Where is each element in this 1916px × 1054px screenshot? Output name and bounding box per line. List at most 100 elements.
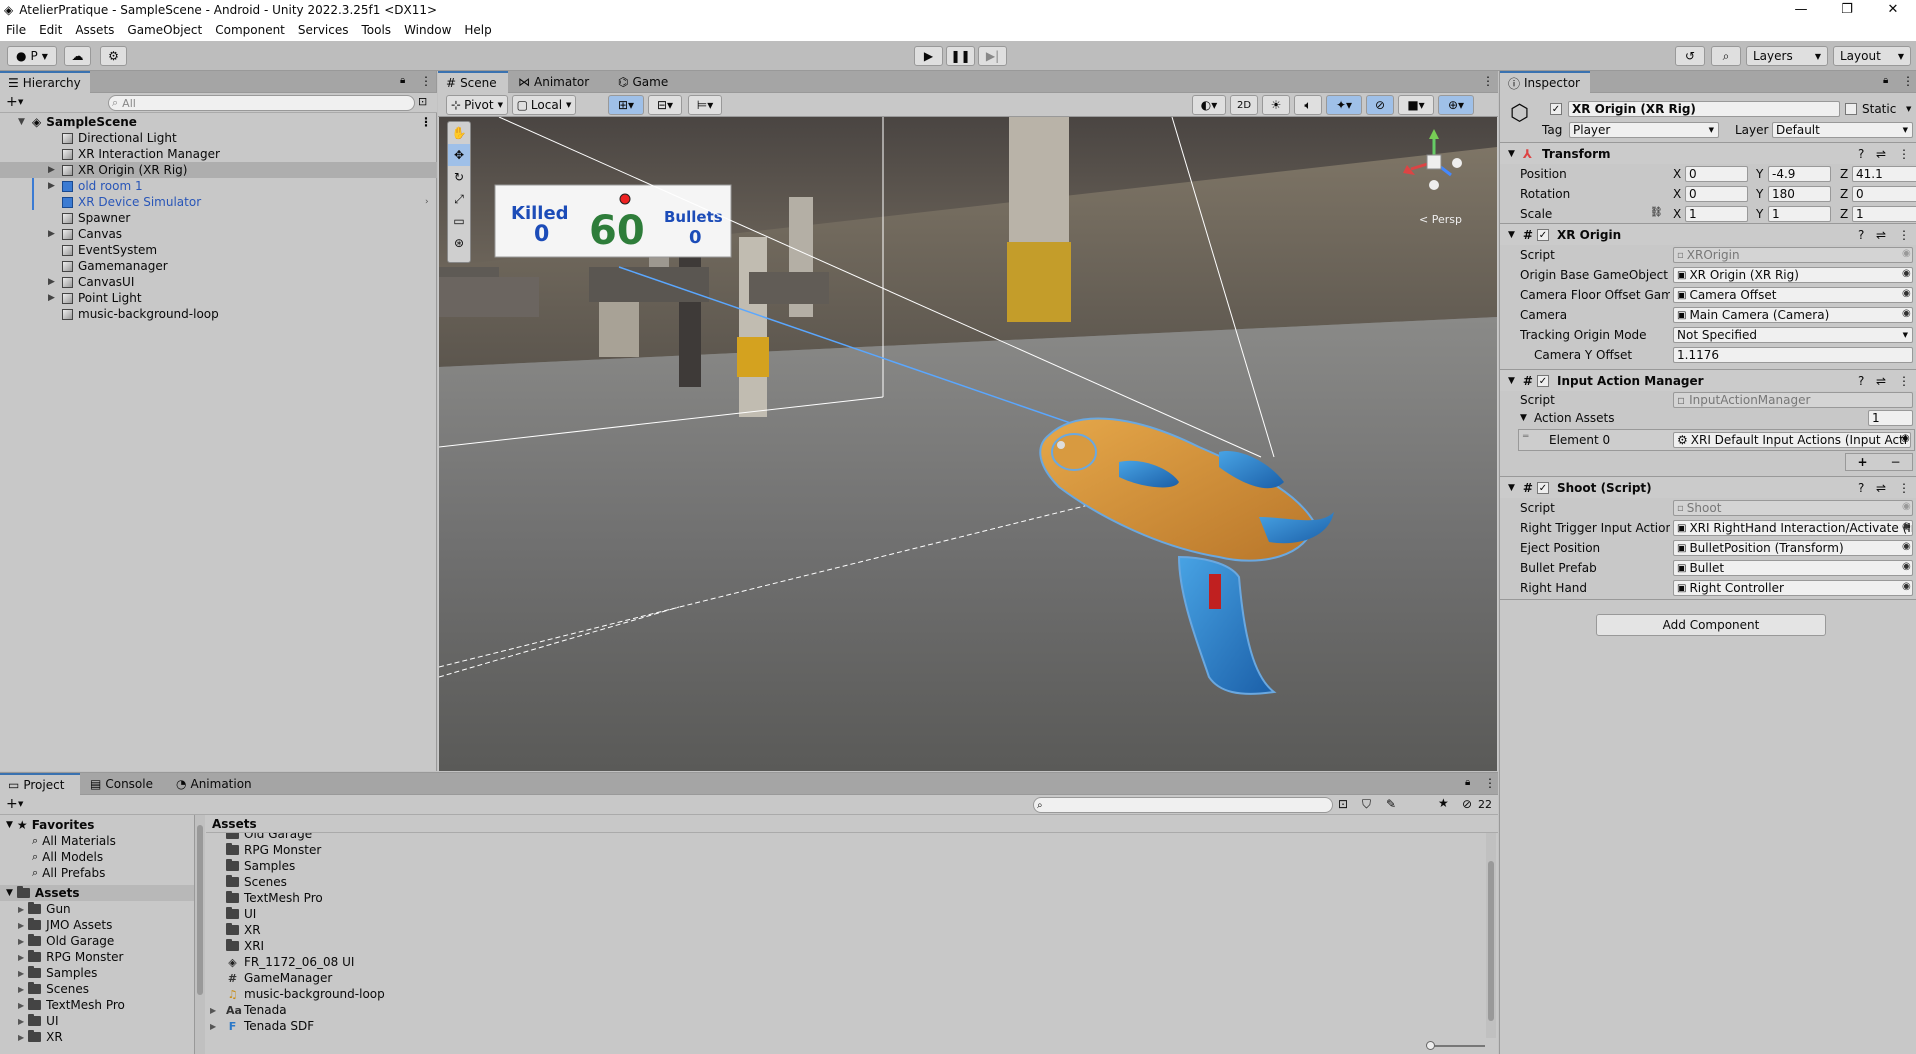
kebab-menu-icon[interactable]: ⋮ bbox=[1898, 481, 1910, 495]
help-icon[interactable]: ? bbox=[1858, 228, 1864, 242]
rotate-tool-icon[interactable]: ↻ bbox=[448, 166, 470, 188]
property-field[interactable]: ▣ Camera Offset bbox=[1673, 287, 1913, 303]
hierarchy-item[interactable]: ▶ XR Origin (XR Rig) bbox=[0, 162, 437, 178]
layers-dropdown[interactable]: Layers ▼ bbox=[1746, 46, 1828, 66]
cloud-button[interactable]: ☁ bbox=[64, 46, 91, 66]
local-dropdown[interactable]: ▢ Local ▼ bbox=[512, 95, 576, 115]
hierarchy-item[interactable]: XR Interaction Manager bbox=[0, 146, 437, 162]
hierarchy-item[interactable]: Gamemanager bbox=[0, 258, 437, 274]
lock-icon[interactable]: 🔒︎ bbox=[400, 75, 405, 86]
rotation-z-field[interactable]: 0 bbox=[1852, 186, 1916, 202]
asset-item[interactable]: UI bbox=[206, 906, 256, 922]
property-field[interactable]: ▣ XRI RightHand Interaction/Activate (In bbox=[1673, 520, 1913, 536]
element-0-row[interactable]: ═ Element 0 ⚙ XRI Default Input Actions … bbox=[1518, 429, 1915, 451]
expand-arrow-icon[interactable]: ▶ bbox=[18, 953, 24, 962]
link-icon[interactable]: ⛓ bbox=[1650, 207, 1663, 218]
draw-mode-button[interactable]: ◐▾ bbox=[1192, 95, 1226, 115]
add-icon[interactable]: + bbox=[6, 796, 18, 812]
expand-arrow-icon[interactable]: ▶ bbox=[18, 985, 24, 994]
lock-icon[interactable]: 🔒︎ bbox=[1465, 777, 1470, 788]
kebab-menu-icon[interactable]: ⋮ bbox=[420, 115, 432, 129]
assets-root-row[interactable]: ▼ Assets bbox=[0, 885, 194, 901]
favorites-row[interactable]: ▼ ★ Favorites bbox=[0, 817, 94, 833]
history-button[interactable]: ↺ bbox=[1675, 46, 1705, 66]
tree-folder[interactable]: ▶ Scenes bbox=[18, 981, 89, 997]
preset-icon[interactable]: ⇌ bbox=[1876, 228, 1886, 242]
property-field[interactable]: ▣ Main Camera (Camera) bbox=[1673, 307, 1913, 323]
property-field[interactable]: ▣ XR Origin (XR Rig) bbox=[1673, 267, 1913, 283]
asset-item[interactable]: Samples bbox=[206, 858, 295, 874]
orientation-gizmo[interactable] bbox=[1399, 127, 1469, 197]
favorite-item[interactable]: ⌕ All Prefabs bbox=[32, 865, 105, 881]
scene-viewport[interactable]: Killed 0 60 Bullets 0 ✋ ✥ ↻ ⤢ ▭ ⊛ < Pers… bbox=[439, 117, 1497, 771]
object-picker-icon[interactable]: ◉ bbox=[1902, 308, 1911, 319]
chevron-right-icon[interactable]: › bbox=[425, 197, 429, 207]
hierarchy-item[interactable]: Spawner bbox=[0, 210, 437, 226]
scene-row[interactable]: ▼ ◈ SampleScene ⋮ bbox=[0, 114, 437, 130]
object-picker-icon[interactable]: ◉ bbox=[1902, 561, 1911, 572]
menu-edit[interactable]: Edit bbox=[39, 23, 62, 37]
layout-dropdown[interactable]: Layout ▼ bbox=[1833, 46, 1911, 66]
tab-animator[interactable]: ⋈ Animator bbox=[510, 71, 597, 93]
menu-help[interactable]: Help bbox=[464, 23, 491, 37]
menu-tools[interactable]: Tools bbox=[362, 23, 392, 37]
position-y-field[interactable]: -4.9 bbox=[1768, 166, 1831, 182]
scale-y-field[interactable]: 1 bbox=[1768, 206, 1831, 222]
pivot-dropdown[interactable]: ⊹ Pivot ▼ bbox=[446, 95, 508, 115]
persp-label[interactable]: < Persp bbox=[1419, 213, 1462, 226]
tree-folder[interactable]: ▶ XR bbox=[18, 1029, 63, 1045]
tab-animation[interactable]: ◔ Animation bbox=[168, 773, 260, 795]
hierarchy-item[interactable]: ▶ Point Light bbox=[0, 290, 437, 306]
object-picker-icon[interactable]: ◉ bbox=[1902, 248, 1911, 259]
chevron-down-icon[interactable]: ▼ bbox=[18, 800, 23, 808]
move-tool-icon[interactable]: ✥ bbox=[448, 144, 470, 166]
shoot-header[interactable]: ▼ # ✓ Shoot (Script) ? ⇌ ⋮ bbox=[1500, 476, 1916, 498]
grid-snap-button[interactable]: ⊞▾ bbox=[608, 95, 644, 115]
expand-arrow-icon[interactable]: ▶ bbox=[18, 921, 24, 930]
account-button[interactable]: ● P ▼ bbox=[7, 46, 57, 66]
breadcrumb-assets[interactable]: Assets bbox=[212, 817, 257, 831]
icon-size-slider-thumb[interactable] bbox=[1426, 1041, 1435, 1050]
asset-item[interactable]: ▶ Aa Tenada bbox=[206, 1002, 287, 1018]
star-icon[interactable]: ★ bbox=[1438, 796, 1449, 810]
kebab-menu-icon[interactable]: ⋮ bbox=[420, 74, 432, 88]
chevron-down-icon[interactable]: ▼ bbox=[1906, 105, 1911, 113]
element-0-field[interactable]: ⚙ XRI Default Input Actions (Input Acti bbox=[1673, 432, 1911, 448]
audio-button[interactable]: 🔈︎ bbox=[1294, 95, 1322, 115]
expand-arrow-icon[interactable]: ▶ bbox=[210, 1006, 216, 1015]
expand-arrow-icon[interactable]: ▶ bbox=[18, 905, 24, 914]
static-checkbox[interactable] bbox=[1845, 103, 1857, 115]
tag-icon[interactable]: ✎ bbox=[1386, 797, 1396, 811]
object-picker-icon[interactable]: ◉ bbox=[1902, 501, 1911, 512]
kebab-menu-icon[interactable]: ⋮ bbox=[1898, 228, 1910, 242]
ruler-button[interactable]: ⊨▾ bbox=[688, 95, 722, 115]
help-icon[interactable]: ? bbox=[1858, 481, 1864, 495]
action-assets-count[interactable]: 1 bbox=[1868, 410, 1913, 426]
tree-folder[interactable]: ▶ Gun bbox=[18, 901, 71, 917]
hierarchy-item[interactable]: ▶ CanvasUI bbox=[0, 274, 437, 290]
scale-x-field[interactable]: 1 bbox=[1685, 206, 1748, 222]
step-button[interactable]: ▶| bbox=[978, 46, 1007, 66]
asset-item[interactable]: Old Garage bbox=[206, 833, 312, 842]
hierarchy-item[interactable]: ▶ old room 1 bbox=[0, 178, 437, 194]
help-icon[interactable]: ? bbox=[1858, 374, 1864, 388]
asset-item[interactable]: RPG Monster bbox=[206, 842, 321, 858]
add-component-button[interactable]: Add Component bbox=[1596, 614, 1826, 636]
rotation-y-field[interactable]: 180 bbox=[1768, 186, 1831, 202]
position-z-field[interactable]: 41.1 bbox=[1852, 166, 1916, 182]
favorite-item[interactable]: ⌕ All Materials bbox=[32, 833, 116, 849]
property-field[interactable]: Not Specified ▼ bbox=[1673, 327, 1913, 343]
asset-item[interactable]: XRI bbox=[206, 938, 264, 954]
favorite-item[interactable]: ⌕ All Models bbox=[32, 849, 103, 865]
mode-2d-button[interactable]: 2D bbox=[1230, 95, 1258, 115]
search-by-type-icon[interactable]: ⊡ bbox=[1338, 797, 1348, 811]
object-picker-icon[interactable]: ◉ bbox=[1902, 521, 1911, 532]
enabled-checkbox[interactable]: ✓ bbox=[1536, 228, 1549, 241]
tree-folder[interactable]: ▶ RPG Monster bbox=[18, 949, 123, 965]
asset-item[interactable]: Scenes bbox=[206, 874, 287, 890]
lighting-button[interactable]: ☀ bbox=[1262, 95, 1290, 115]
expand-arrow-icon[interactable]: ▼ bbox=[1520, 413, 1527, 423]
tab-hierarchy[interactable]: ☰ Hierarchy bbox=[0, 71, 90, 93]
kebab-menu-icon[interactable]: ⋮ bbox=[1902, 74, 1914, 88]
layer-dropdown[interactable]: Default ▼ bbox=[1772, 122, 1913, 138]
